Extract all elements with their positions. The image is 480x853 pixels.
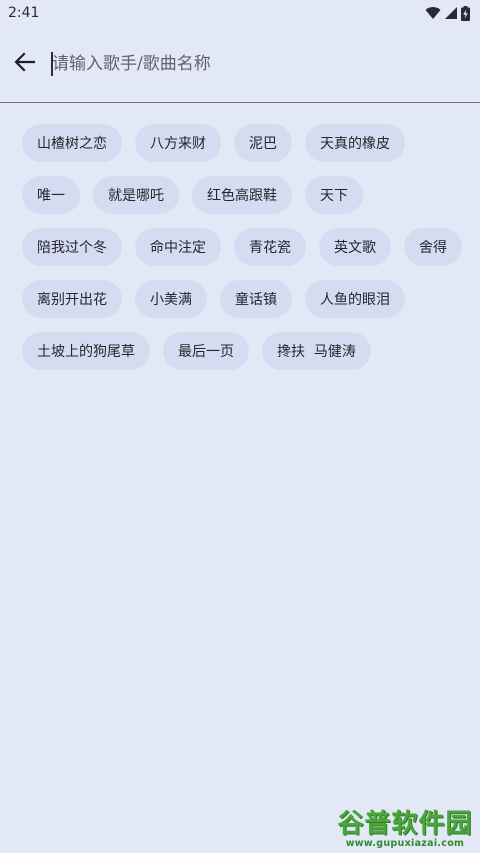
suggestion-chip[interactable]: 舍得 [404,228,462,266]
watermark-title: 谷普软件园 [337,809,473,839]
suggestion-chip[interactable]: 英文歌 [319,228,391,266]
wifi-icon [425,6,441,20]
status-icons [425,5,470,21]
suggestion-chip[interactable]: 土坡上的狗尾草 [22,332,150,370]
watermark-logo: 谷普软件园 www.gupuxiazai.com [334,801,476,851]
suggestion-chip[interactable]: 天真的橡皮 [305,124,405,162]
suggestion-chip[interactable]: 天下 [305,176,363,214]
search-input[interactable] [52,44,480,84]
suggestion-chip[interactable]: 泥巴 [234,124,292,162]
cellular-signal-icon [444,6,458,20]
watermark-url: www.gupuxiazai.com [345,838,465,849]
suggestion-chip[interactable]: 青花瓷 [234,228,306,266]
suggestion-chip[interactable]: 就是哪吒 [93,176,179,214]
suggestion-chip[interactable]: 搀扶 马健涛 [262,332,371,370]
suggestion-chip[interactable]: 人鱼的眼泪 [305,280,405,318]
status-bar: 2:41 [0,0,480,26]
suggestion-chip[interactable]: 命中注定 [135,228,221,266]
arrow-left-icon [14,52,36,76]
suggestion-chip[interactable]: 山楂树之恋 [22,124,122,162]
suggestion-chip[interactable]: 陪我过个冬 [22,228,122,266]
back-button[interactable] [0,39,50,89]
battery-charging-icon [461,5,470,21]
suggestion-chip[interactable]: 童话镇 [220,280,292,318]
suggestion-chip[interactable]: 离别开出花 [22,280,122,318]
suggestion-chip[interactable]: 唯一 [22,176,80,214]
suggestion-chip[interactable]: 小美满 [135,280,207,318]
suggestion-chip[interactable]: 红色高跟鞋 [192,176,292,214]
suggestion-chip[interactable]: 最后一页 [163,332,249,370]
suggestion-chip[interactable]: 八方来财 [135,124,221,162]
suggestion-chips: 山楂树之恋 八方来财 泥巴 天真的橡皮唯一 就是哪吒 红色高跟鞋 天下陪我过个冬 命中注定 青花… [22,124,462,370]
text-caret [51,52,53,76]
search-bar [0,26,480,103]
status-time: 2:41 [8,5,40,21]
